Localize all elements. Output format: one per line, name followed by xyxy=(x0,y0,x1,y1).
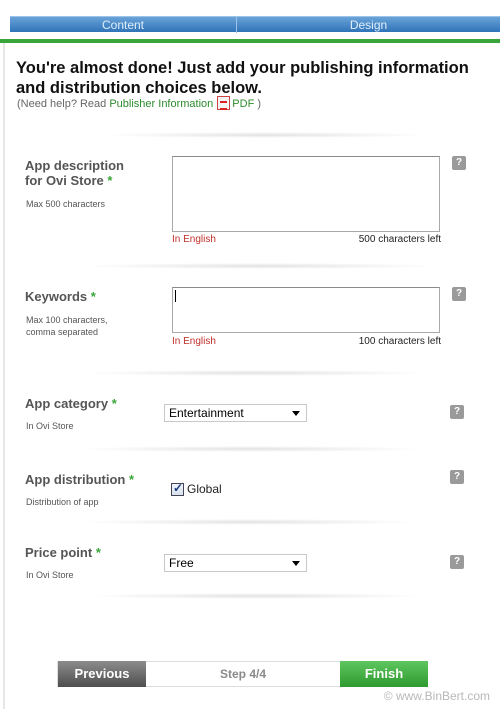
app-category-select[interactable]: Entertainment xyxy=(164,404,307,422)
tab-design[interactable]: Design xyxy=(236,17,500,33)
dropdown-arrow-icon xyxy=(292,561,300,566)
section-divider xyxy=(75,446,425,452)
required-marker: * xyxy=(90,289,96,304)
category-label: App category * xyxy=(25,396,117,411)
step-indicator: Step 4/4 xyxy=(219,667,267,681)
price-point-select[interactable]: Free xyxy=(164,554,307,572)
description-label-line1: App description xyxy=(25,158,124,173)
price-label: Price point * xyxy=(25,545,101,560)
keywords-label: Keywords * xyxy=(25,289,96,304)
category-label-text: App category xyxy=(25,396,109,411)
header-divider xyxy=(0,39,500,43)
app-description-textarea[interactable] xyxy=(172,156,440,232)
distribution-help-icon[interactable]: ? xyxy=(450,470,464,484)
distribution-label: App distribution * xyxy=(25,472,134,487)
section-divider xyxy=(80,263,440,269)
app-category-value: Entertainment xyxy=(169,406,244,420)
pdf-icon[interactable] xyxy=(217,96,231,110)
description-chars-left: 500 characters left xyxy=(358,234,441,245)
section-divider xyxy=(80,519,420,525)
global-distribution-label[interactable]: Global xyxy=(187,482,222,496)
watermark: © www.BinBert.com xyxy=(383,689,490,703)
section-divider xyxy=(100,132,430,138)
required-marker: * xyxy=(95,545,101,560)
description-label-line2: for Ovi Store xyxy=(25,173,104,188)
distribution-hint: Distribution of app xyxy=(26,497,99,507)
description-label: App description for Ovi Store * xyxy=(25,158,124,188)
price-hint: In Ovi Store xyxy=(26,570,74,580)
publisher-information-link[interactable]: Publisher Information xyxy=(109,98,213,110)
required-marker: * xyxy=(111,396,117,411)
dropdown-arrow-icon xyxy=(292,411,300,416)
keywords-hint-line1: Max 100 characters, xyxy=(26,315,108,325)
checkmark-icon: ✓ xyxy=(173,481,184,495)
tab-content[interactable]: Content xyxy=(10,17,236,33)
wizard-tab-bar: Content Design xyxy=(10,16,500,33)
category-hint: In Ovi Store xyxy=(26,421,74,431)
required-marker: * xyxy=(129,472,135,487)
keywords-label-text: Keywords xyxy=(25,289,88,304)
price-label-text: Price point xyxy=(25,545,93,560)
keywords-hint-line2: comma separated xyxy=(26,327,99,337)
description-language: In English xyxy=(172,234,216,245)
help-suffix: ) xyxy=(254,98,262,110)
left-border xyxy=(3,43,5,709)
text-caret xyxy=(175,290,176,302)
previous-button[interactable]: Previous xyxy=(58,661,146,687)
description-hint: Max 500 characters xyxy=(26,199,106,209)
price-help-icon[interactable]: ? xyxy=(450,555,464,569)
section-divider xyxy=(80,370,430,376)
page-title: You're almost done! Just add your publis… xyxy=(16,59,469,97)
help-line: (Need help? Read Publisher Information PD… xyxy=(17,96,261,110)
price-point-value: Free xyxy=(169,556,194,570)
distribution-label-text: App distribution xyxy=(25,472,126,487)
keywords-textarea[interactable] xyxy=(172,287,440,333)
section-divider xyxy=(85,593,425,599)
pdf-link[interactable]: PDF xyxy=(232,98,254,110)
global-distribution-checkbox[interactable]: ✓ xyxy=(171,481,184,496)
help-prefix: (Need help? Read xyxy=(17,98,110,110)
required-marker: * xyxy=(107,173,113,188)
description-help-icon[interactable]: ? xyxy=(452,156,466,170)
finish-button[interactable]: Finish xyxy=(340,661,428,687)
keywords-hint: Max 100 characters, comma separated xyxy=(26,314,108,338)
category-help-icon[interactable]: ? xyxy=(450,405,464,419)
keywords-language: In English xyxy=(172,336,216,347)
keywords-help-icon[interactable]: ? xyxy=(452,287,466,301)
keywords-chars-left: 100 characters left xyxy=(358,336,441,347)
